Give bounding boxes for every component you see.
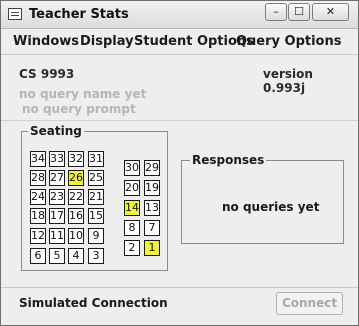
seat-4[interactable]: 4 xyxy=(68,248,84,264)
seat-28[interactable]: 28 xyxy=(30,170,46,186)
connect-button[interactable]: Connect xyxy=(276,292,343,315)
menu-divider xyxy=(1,54,358,55)
seat-30[interactable]: 30 xyxy=(124,160,140,176)
course-name: CS 9993 xyxy=(19,67,75,81)
title-bar[interactable]: Teacher Stats – ☐ ✕ xyxy=(1,1,358,29)
connection-status: Simulated Connection xyxy=(19,296,168,310)
menu-query-options[interactable]: Query Options xyxy=(236,34,342,49)
seat-11[interactable]: 11 xyxy=(49,228,65,244)
seat-31[interactable]: 31 xyxy=(88,151,104,167)
seat-14[interactable]: 14 xyxy=(124,200,140,216)
seat-23[interactable]: 23 xyxy=(49,189,65,205)
seating-panel: Seating 34 33 32 31 28 27 26 25 24 23 22 21 18 17 16 15… xyxy=(21,124,168,271)
teacher-stats-window: Teacher Stats – ☐ ✕ Windows Display Stud… xyxy=(0,0,359,326)
seat-6[interactable]: 6 xyxy=(30,248,46,264)
seat-12[interactable]: 12 xyxy=(30,228,46,244)
query-prompt: no query prompt xyxy=(22,102,136,116)
version-label: version 0.993j xyxy=(263,67,313,95)
seat-33[interactable]: 33 xyxy=(49,151,65,167)
seat-22[interactable]: 22 xyxy=(68,189,84,205)
seat-17[interactable]: 17 xyxy=(49,208,65,224)
responses-empty-text: no queries yet xyxy=(222,200,320,214)
minimize-icon: – xyxy=(273,5,279,18)
seat-25[interactable]: 25 xyxy=(88,170,104,186)
seat-1[interactable]: 1 xyxy=(144,240,160,256)
seat-21[interactable]: 21 xyxy=(88,189,104,205)
header-divider xyxy=(1,120,358,121)
menu-bar: Windows Display Student Options Query Op… xyxy=(1,29,358,54)
close-button[interactable]: ✕ xyxy=(312,3,349,21)
responses-label: Responses xyxy=(190,153,267,167)
seat-19[interactable]: 19 xyxy=(144,180,160,196)
seat-10[interactable]: 10 xyxy=(68,228,84,244)
menu-display[interactable]: Display xyxy=(80,34,134,49)
seat-3[interactable]: 3 xyxy=(88,248,104,264)
seat-18[interactable]: 18 xyxy=(30,208,46,224)
query-name: no query name yet xyxy=(19,87,147,101)
seat-15[interactable]: 15 xyxy=(88,208,104,224)
seat-27[interactable]: 27 xyxy=(49,170,65,186)
menu-windows[interactable]: Windows xyxy=(13,34,79,49)
footer-divider xyxy=(1,287,358,288)
maximize-icon: ☐ xyxy=(294,5,304,18)
close-icon: ✕ xyxy=(325,5,336,18)
seat-16[interactable]: 16 xyxy=(68,208,84,224)
minimize-button[interactable]: – xyxy=(265,3,287,21)
window-title: Teacher Stats xyxy=(29,7,129,22)
seat-20[interactable]: 20 xyxy=(124,180,140,196)
seat-9[interactable]: 9 xyxy=(88,228,104,244)
seat-24[interactable]: 24 xyxy=(30,189,46,205)
seat-26[interactable]: 26 xyxy=(68,170,84,186)
seat-29[interactable]: 29 xyxy=(144,160,160,176)
seat-2[interactable]: 2 xyxy=(124,240,140,256)
seat-13[interactable]: 13 xyxy=(144,200,160,216)
maximize-button[interactable]: ☐ xyxy=(288,3,310,21)
seat-5[interactable]: 5 xyxy=(49,248,65,264)
seat-34[interactable]: 34 xyxy=(30,151,46,167)
seat-8[interactable]: 8 xyxy=(124,220,140,236)
app-window-icon xyxy=(8,8,22,20)
seat-7[interactable]: 7 xyxy=(144,220,160,236)
seat-32[interactable]: 32 xyxy=(68,151,84,167)
seating-label: Seating xyxy=(28,124,84,138)
